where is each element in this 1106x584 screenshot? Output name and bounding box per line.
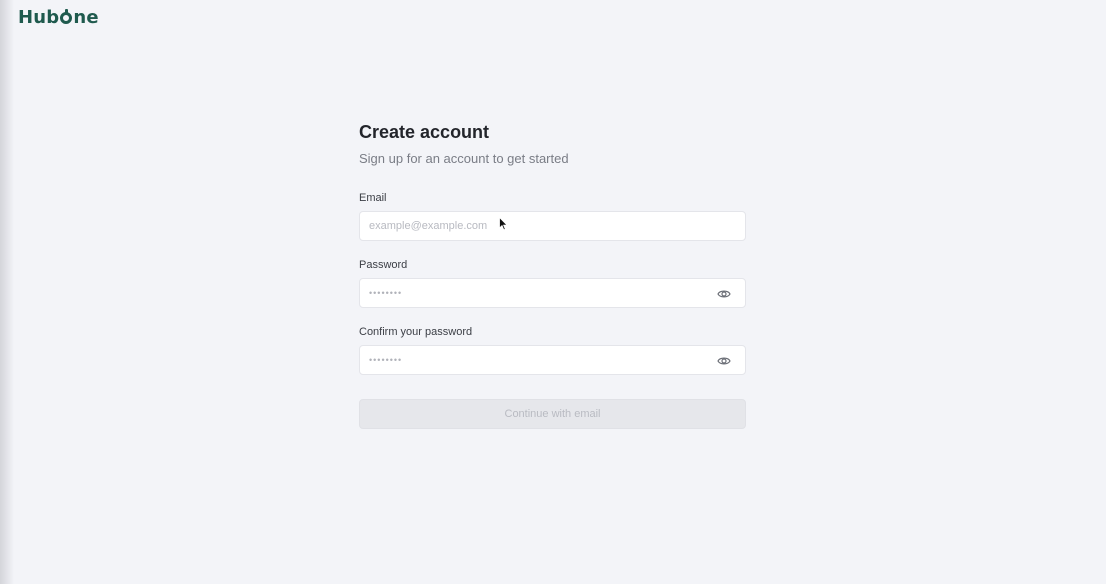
logo-text-prefix: Hub: [18, 7, 60, 28]
password-field[interactable]: [360, 280, 699, 306]
hubone-logo[interactable]: Hub ne: [18, 7, 99, 28]
logo-text-suffix: ne: [73, 7, 99, 28]
page-subtitle: Sign up for an account to get started: [359, 151, 569, 166]
confirm-password-field-wrapper: [359, 345, 746, 375]
eye-icon[interactable]: [717, 288, 731, 300]
email-field-wrapper: [359, 211, 746, 241]
email-field[interactable]: [360, 213, 699, 239]
confirm-password-field[interactable]: [360, 347, 699, 373]
password-field-wrapper: [359, 278, 746, 308]
email-label: Email: [359, 192, 387, 204]
password-label: Password: [359, 259, 408, 271]
signup-page: Hub ne Create account Sign up for an acco…: [0, 0, 1106, 584]
window-edge-shadow: [0, 0, 14, 584]
signup-form: Create account Sign up for an account to…: [359, 118, 746, 429]
confirm-password-label: Confirm your password: [359, 326, 473, 338]
eye-icon[interactable]: [717, 355, 731, 367]
page-title: Create account: [359, 122, 490, 142]
logo-o-mark-icon: [60, 8, 73, 24]
mouse-pointer-icon: [499, 217, 508, 231]
continue-with-email-button[interactable]: Continue with email: [359, 399, 746, 429]
